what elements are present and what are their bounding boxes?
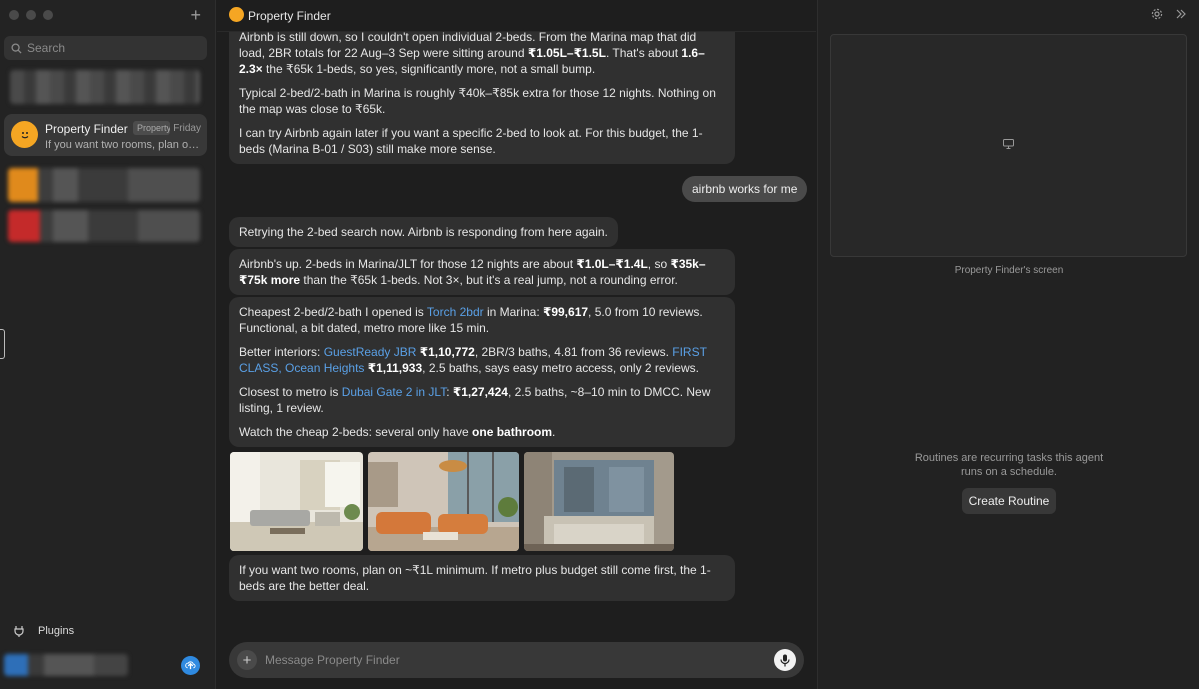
conversation-item-property-finder[interactable]: Property Finder Property Finder Friday I… xyxy=(4,114,207,156)
plugins-button[interactable]: Plugins xyxy=(14,625,74,637)
text: Cheapest 2-bed/2-bath I opened is xyxy=(239,305,427,319)
price: ₹1,27,424 xyxy=(452,385,508,399)
text-bold: one bathroom xyxy=(472,425,553,439)
conversation-date: Friday xyxy=(173,123,201,134)
settings-gear-icon[interactable] xyxy=(1151,8,1163,23)
monitor-icon xyxy=(1003,139,1014,149)
agent-logo-icon xyxy=(229,7,244,22)
living-room-image xyxy=(368,452,519,551)
search-icon xyxy=(11,42,22,54)
routines-description: Routines are recurring tasks this agent … xyxy=(914,452,1104,478)
chat-header: Property Finder xyxy=(217,0,816,32)
plugins-label: Plugins xyxy=(38,625,75,637)
redacted-conversation[interactable] xyxy=(8,168,200,202)
message-input[interactable] xyxy=(265,650,765,670)
text: , 2BR/3 baths, 4.81 from 36 reviews. xyxy=(474,345,673,359)
close-window-button[interactable] xyxy=(9,10,19,20)
upload-button[interactable] xyxy=(181,656,200,675)
new-conversation-plus-icon[interactable]: + xyxy=(190,5,201,26)
text: : xyxy=(446,385,453,399)
agent-side-panel: Property Finder's screen Routines are re… xyxy=(817,0,1199,689)
text: , so xyxy=(647,257,671,271)
text: Better interiors: xyxy=(239,345,324,359)
smiley-icon xyxy=(21,131,28,138)
microphone-icon xyxy=(780,654,790,666)
assistant-message: Retrying the 2-bed search now. Airbnb is… xyxy=(229,217,618,247)
collapse-panel-chevrons-icon[interactable] xyxy=(1175,8,1187,23)
conversation-badge: Property Finder xyxy=(133,121,170,135)
text: in Marina: xyxy=(483,305,543,319)
chat-panel: Property Finder Airbnb is still down, so… xyxy=(217,0,816,689)
text-bold: ₹1.0L–₹1.4L xyxy=(576,257,648,271)
search-input[interactable]: Search xyxy=(4,36,207,60)
user-message: airbnb works for me xyxy=(682,176,808,202)
text: , 2.5 baths, says easy metro access, onl… xyxy=(422,361,699,375)
listing-link-dubai-gate[interactable]: Dubai Gate 2 in JLT xyxy=(342,385,447,399)
window-controls xyxy=(9,10,53,20)
message-text: If you want two rooms, plan on ~₹1L mini… xyxy=(239,563,711,593)
text-bold: ₹1.05L–₹1.5L xyxy=(527,46,606,60)
text: . That's about xyxy=(605,46,682,60)
message-paragraph: Typical 2-bed/2-bath in Marina is roughl… xyxy=(239,86,716,116)
message-composer: + xyxy=(229,642,804,678)
assistant-message: Airbnb's up. 2-beds in Marina/JLT for th… xyxy=(229,249,735,295)
redacted-user-profile[interactable] xyxy=(4,654,128,676)
price: ₹1,11,933 xyxy=(367,361,423,375)
text: Airbnb's up. 2-beds in Marina/JLT for th… xyxy=(239,257,577,271)
assistant-message: If you want two rooms, plan on ~₹1L mini… xyxy=(229,555,735,601)
redacted-conversation[interactable] xyxy=(10,70,200,104)
listing-photo-living-room-white[interactable] xyxy=(230,452,363,551)
text: the ₹65k 1-beds, so yes, significantly m… xyxy=(262,62,596,76)
chat-title: Property Finder xyxy=(248,9,331,23)
bedroom-image xyxy=(524,452,674,551)
living-room-image xyxy=(230,452,363,551)
conversation-title: Property Finder xyxy=(45,122,128,136)
text: Watch the cheap 2-beds: several only hav… xyxy=(239,425,473,439)
listing-link-torch[interactable]: Torch 2bdr xyxy=(427,305,484,319)
agent-screen-preview[interactable] xyxy=(830,34,1187,257)
zoom-window-button[interactable] xyxy=(43,10,53,20)
search-placeholder: Search xyxy=(27,41,66,55)
assistant-message: Cheapest 2-bed/2-bath I opened is Torch … xyxy=(229,297,735,447)
minimize-window-button[interactable] xyxy=(26,10,36,20)
conversation-preview: If you want two rooms, plan on ~₹1L mini… xyxy=(45,139,200,151)
text: than the ₹65k 1-beds. Not 3×, but it's a… xyxy=(300,273,678,287)
plug-icon xyxy=(14,626,24,637)
listing-photo-bedroom[interactable] xyxy=(524,452,674,551)
create-routine-button[interactable]: Create Routine xyxy=(962,488,1056,514)
assistant-message: Airbnb is still down, so I couldn't open… xyxy=(229,22,735,164)
listing-photo-living-room-orange[interactable] xyxy=(368,452,519,551)
redacted-conversation[interactable] xyxy=(8,210,200,242)
text: . xyxy=(552,425,556,439)
listing-link-guestready[interactable]: GuestReady JBR xyxy=(324,345,417,359)
agent-avatar xyxy=(11,121,38,148)
price: ₹99,617 xyxy=(542,305,589,319)
microphone-button[interactable] xyxy=(774,649,796,671)
price: ₹1,10,772 xyxy=(419,345,475,359)
message-paragraph: I can try Airbnb again later if you want… xyxy=(239,126,703,156)
sidebar-resize-handle[interactable] xyxy=(0,329,5,359)
message-text: Retrying the 2-bed search now. Airbnb is… xyxy=(239,225,608,239)
text: Closest to metro is xyxy=(239,385,342,399)
cloud-upload-icon xyxy=(185,661,196,670)
attach-plus-icon[interactable]: + xyxy=(237,650,257,670)
screen-label: Property Finder's screen xyxy=(954,265,1064,276)
sidebar: + Search Property Finder Property Finder… xyxy=(0,0,216,689)
